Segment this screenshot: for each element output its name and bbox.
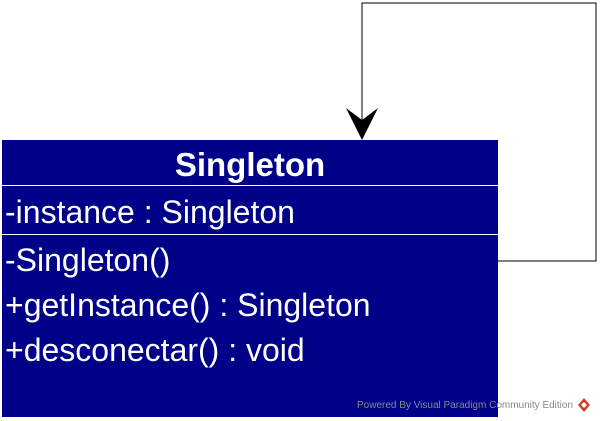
class-name: Singleton [2, 140, 498, 186]
attributes-compartment: -instance : Singleton [2, 186, 498, 235]
visual-paradigm-logo-icon [578, 398, 591, 412]
operations-compartment: -Singleton() +getInstance() : Singleton … [2, 235, 498, 373]
attribute-row: -instance : Singleton [5, 194, 295, 230]
operation-row: -Singleton() [5, 242, 171, 278]
uml-class-box[interactable]: Singleton -instance : Singleton -Singlet… [2, 140, 498, 417]
operation-row: +getInstance() : Singleton [5, 287, 371, 323]
watermark-text: Powered By Visual Paradigm Community Edi… [357, 399, 574, 411]
watermark: Powered By Visual Paradigm Community Edi… [357, 397, 591, 413]
operation-row: +desconectar() : void [5, 332, 305, 368]
